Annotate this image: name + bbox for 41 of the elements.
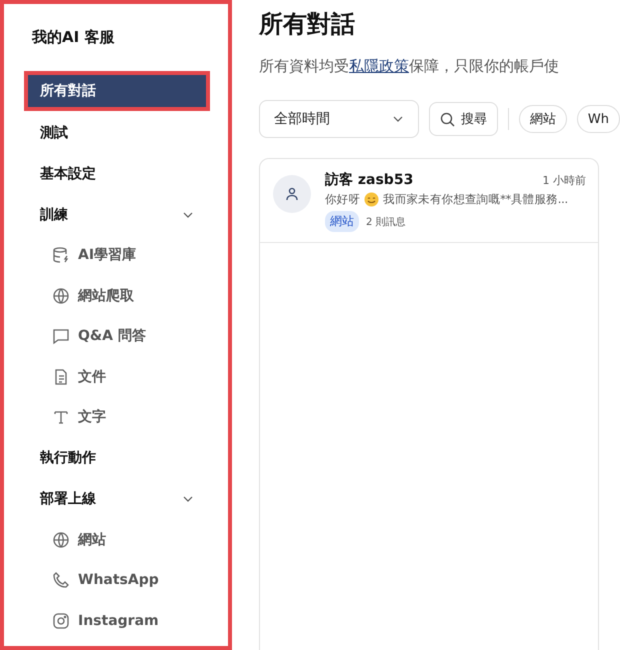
nav-subitem[interactable]: WhatsApp — [28, 560, 206, 600]
nav-subitem[interactable]: 網站爬取 — [28, 276, 206, 316]
time-range-dropdown[interactable]: 全部時間 — [259, 100, 419, 138]
channel-tag: 網站 — [325, 211, 359, 232]
timestamp: 1 小時前 — [542, 173, 586, 188]
avatar-icon — [273, 175, 311, 213]
message-preview: 你好呀 — [325, 192, 360, 207]
nav-subitem[interactable]: AI學習庫 — [28, 235, 206, 276]
nav-subitem[interactable]: 網站 — [28, 520, 206, 560]
nav-subitem[interactable]: 文字 — [28, 397, 206, 438]
nav-item[interactable]: 測試 — [28, 112, 206, 153]
channel-filter-chip[interactable]: Wh — [576, 105, 620, 133]
nav-item[interactable]: 部署上線 — [28, 478, 206, 520]
conversation-row[interactable]: 訪客 zasb53 1 小時前 你好呀 我而家未有你想查詢嘅**具體服務... 網站 2 則訊息 — [260, 159, 598, 243]
nav-subitem[interactable]: Instagram — [28, 600, 206, 641]
page-title: 所有對話 — [259, 9, 356, 40]
chat-icon — [52, 327, 70, 346]
nav-item[interactable]: 所有對話 — [28, 75, 206, 107]
message-preview: 我而家未有你想查詢嘅**具體服務... — [383, 192, 568, 207]
chevron-icon[interactable] — [182, 495, 194, 503]
chevron-icon[interactable] — [182, 210, 194, 218]
nav-item[interactable]: 執行動作 — [28, 438, 206, 478]
nav-item[interactable]: 訓練 — [28, 194, 206, 235]
globe-icon — [52, 530, 70, 549]
nav-item[interactable]: 基本設定 — [28, 153, 206, 194]
smiley-icon — [364, 192, 380, 207]
search-icon — [440, 112, 455, 126]
chevron-icon — [392, 115, 404, 123]
search-button[interactable]: 搜尋 — [428, 102, 498, 136]
phone-icon — [52, 571, 70, 590]
page-subtitle: 所有資料均受私隱政策保障，只限你的帳戶使 — [259, 57, 560, 76]
camera-icon — [52, 612, 70, 630]
app-title: 我的AI 客服 — [32, 28, 116, 47]
visitor-name: 訪客 zasb53 — [325, 171, 414, 189]
nav-subitem[interactable]: 文件 — [28, 356, 206, 397]
channel-filter-chip[interactable]: 網站 — [518, 105, 567, 133]
privacy-policy-link[interactable]: 私隱政策 — [349, 57, 409, 75]
message-count: 2 則訊息 — [366, 216, 406, 228]
nav-subitem[interactable]: Q&A 問答 — [28, 316, 206, 356]
globe-icon — [52, 286, 70, 305]
database-icon — [52, 246, 70, 264]
